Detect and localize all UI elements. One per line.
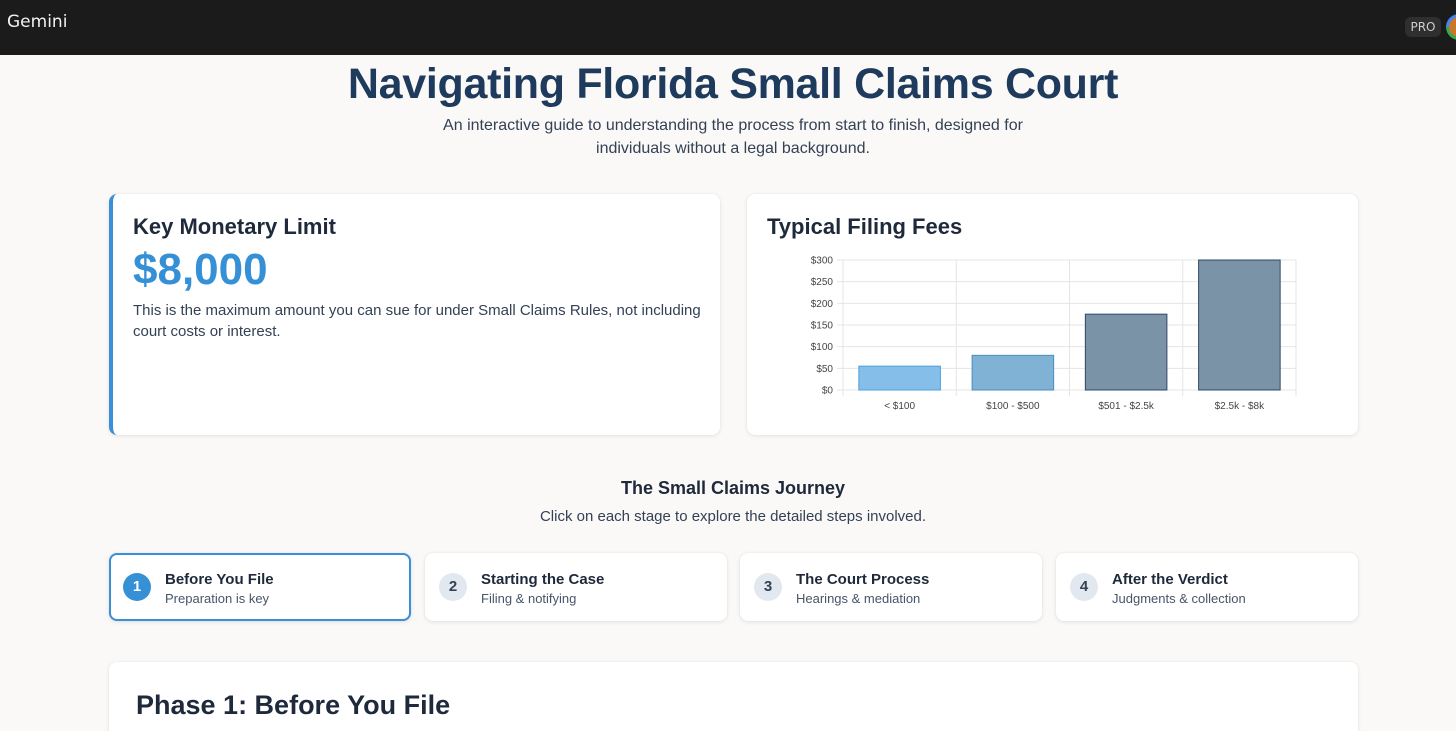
top-bar: Gemini PRO xyxy=(0,0,1456,55)
phase-title: Phase 1: Before You File xyxy=(136,690,451,720)
stage-title: The Court Process xyxy=(796,571,930,588)
monetary-limit-card: Key Monetary Limit $8,000 This is the ma… xyxy=(109,194,720,435)
y-tick-label: $100 xyxy=(811,342,834,353)
stage-number: 1 xyxy=(123,573,151,601)
filing-fees-chart: $0 $50 $100 $150 $200 $250 $300 < $100 $100 - $5… xyxy=(811,256,1297,412)
stage-desc: Filing & notifying xyxy=(481,591,577,606)
app-title[interactable]: Gemini xyxy=(7,12,67,32)
fee-bar xyxy=(1198,259,1281,391)
fee-bar xyxy=(971,354,1055,391)
filing-fees-card: Typical Filing Fees $0 $50 $100 $150 $200 $25… xyxy=(747,194,1358,435)
y-tick-label: $250 xyxy=(811,277,834,288)
stage-after-the-verdict[interactable]: 4 After the Verdict Judgments & collecti… xyxy=(1056,553,1358,621)
page-title: Navigating Florida Small Claims Court xyxy=(347,60,1119,108)
stage-title: Before You File xyxy=(165,571,274,588)
stage-title: Starting the Case xyxy=(481,571,605,588)
x-tick-label: < $100 xyxy=(884,401,915,412)
x-tick-label: $2.5k - $8k xyxy=(1215,401,1265,412)
stage-starting-the-case[interactable]: 2 Starting the Case Filing & notifying xyxy=(425,553,727,621)
stage-number: 4 xyxy=(1070,573,1098,601)
journey-subtitle: Click on each stage to explore the detai… xyxy=(539,508,927,525)
stage-number: 3 xyxy=(754,573,782,601)
page-subtitle: An interactive guide to understanding th… xyxy=(443,117,1023,157)
limit-card-title: Key Monetary Limit xyxy=(133,214,336,239)
x-tick-label: $100 - $500 xyxy=(986,401,1040,412)
phase-detail-card: Phase 1: Before You File xyxy=(109,662,1358,731)
stage-desc: Preparation is key xyxy=(165,591,270,606)
stage-the-court-process[interactable]: 3 The Court Process Hearings & mediation xyxy=(740,553,1042,621)
y-tick-label: $0 xyxy=(822,386,834,397)
fee-bar xyxy=(858,365,941,391)
pro-badge[interactable]: PRO xyxy=(1405,17,1441,37)
stage-number: 2 xyxy=(439,573,467,601)
limit-amount: $8,000 xyxy=(133,245,268,294)
stage-desc: Hearings & mediation xyxy=(796,591,921,606)
x-tick-label: $501 - $2.5k xyxy=(1098,401,1155,412)
stage-title: After the Verdict xyxy=(1112,571,1228,588)
fee-bar xyxy=(1084,313,1168,391)
stage-before-you-file[interactable]: 1 Before You File Preparation is key xyxy=(109,553,411,621)
limit-description: This is the maximum amount you can sue f… xyxy=(133,302,701,340)
user-avatar-icon[interactable] xyxy=(1446,14,1456,40)
y-tick-label: $150 xyxy=(811,321,834,332)
y-tick-label: $50 xyxy=(816,364,833,375)
y-tick-label: $300 xyxy=(811,256,834,267)
journey-title: The Small Claims Journey xyxy=(620,478,846,498)
stage-desc: Judgments & collection xyxy=(1112,591,1246,606)
y-tick-label: $200 xyxy=(811,299,834,310)
